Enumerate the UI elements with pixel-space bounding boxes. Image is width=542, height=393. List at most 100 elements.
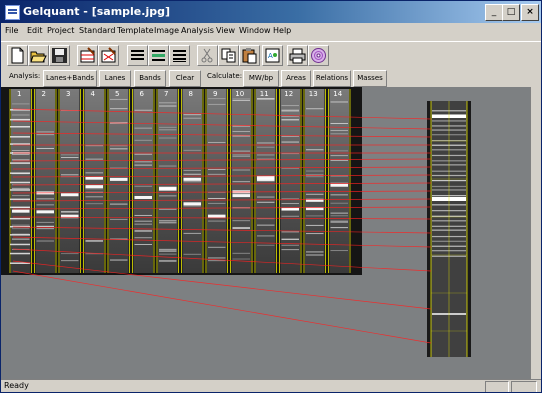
masses-button[interactable]: Masses (353, 70, 387, 87)
edit-lanes-icon (80, 47, 95, 63)
edit-lanes-button[interactable] (77, 45, 98, 66)
gel-lane (84, 89, 104, 273)
zoom-button[interactable]: A (262, 45, 283, 66)
gel-lanes-canvas[interactable]: 1 2 3 4 5 6 7 8 9 10 11 12 13 14 (1, 87, 362, 275)
gel-band (232, 252, 250, 254)
gel-band (257, 146, 275, 148)
maximize-button[interactable]: □ (502, 4, 520, 21)
gel-band (134, 185, 152, 187)
menu-image[interactable]: Image (154, 26, 179, 35)
gel-band (61, 253, 79, 255)
ladder-band (10, 181, 30, 184)
paste-button[interactable] (239, 45, 260, 66)
lanes-button[interactable]: Lanes (99, 70, 131, 87)
gel-band (232, 150, 250, 152)
ladder-band (10, 225, 30, 228)
menu-template[interactable]: Template (117, 26, 154, 35)
status-bar: Ready (1, 379, 541, 392)
gel-band (306, 224, 324, 226)
gel-band (281, 249, 299, 251)
gel-band (134, 223, 152, 225)
icon-toolbar: A (1, 41, 541, 71)
clear-button[interactable]: Clear (169, 70, 201, 87)
gel-band-strong (61, 214, 79, 218)
gel-band (257, 158, 275, 160)
menu-edit[interactable]: Edit (27, 26, 43, 35)
align-center-icon (152, 50, 165, 61)
gel-band (183, 169, 201, 171)
relations-button[interactable]: Relations (313, 70, 351, 87)
calculate-label: Calculate: (207, 72, 243, 80)
mw-bp-button[interactable]: MW/bp (243, 70, 279, 87)
gel-band (306, 215, 324, 217)
cut-button[interactable] (197, 45, 218, 66)
gel-band (232, 258, 250, 260)
gel-band (281, 119, 299, 121)
lanes-bands-button[interactable]: Lanes+Bands (43, 70, 97, 87)
areas-button[interactable]: Areas (281, 70, 311, 87)
bands-button[interactable]: Bands (134, 70, 166, 87)
gel-band (36, 134, 54, 136)
vertical-scrollbar[interactable] (530, 87, 541, 379)
menu-file[interactable]: File (5, 26, 18, 35)
align-right-button[interactable] (169, 45, 190, 66)
title-bar[interactable]: Gelquant - [sample.jpg] _ □ × (1, 1, 541, 23)
gel-band (110, 238, 128, 240)
lane-number: 10 (235, 90, 244, 98)
gel-band (85, 203, 103, 205)
reference-lane-image[interactable] (427, 101, 471, 357)
edit-bands-icon (101, 47, 116, 63)
lane-number: 13 (309, 90, 318, 98)
gel-band (85, 188, 103, 190)
lane-number: 1 (17, 90, 21, 98)
gel-band (183, 253, 201, 255)
close-button[interactable]: × (521, 4, 539, 21)
gel-band-strong (306, 207, 324, 211)
gel-band (306, 170, 324, 172)
gel-band (183, 232, 201, 234)
align-left-button[interactable] (127, 45, 148, 66)
gel-band (208, 202, 226, 204)
gel-band (36, 147, 54, 149)
gel-band (232, 228, 250, 230)
lane-number: 9 (213, 90, 217, 98)
relation-line (12, 270, 432, 344)
print-button[interactable] (287, 45, 308, 66)
gel-band (330, 182, 348, 184)
gel-band (257, 235, 275, 237)
gel-band (281, 141, 299, 143)
menu-view[interactable]: View (216, 26, 235, 35)
gel-band (330, 194, 348, 196)
save-button[interactable] (49, 45, 70, 66)
gel-band (281, 115, 299, 117)
menu-standard[interactable]: Standard (79, 26, 115, 35)
minimize-button[interactable]: _ (485, 4, 503, 21)
menu-analysis[interactable]: Analysis (181, 26, 214, 35)
gel-band (257, 224, 275, 226)
gel-band (36, 240, 54, 242)
menu-window[interactable]: Window (239, 26, 271, 35)
menu-help[interactable]: Help (273, 26, 291, 35)
menu-project[interactable]: Project (47, 26, 74, 35)
open-button[interactable] (28, 45, 49, 66)
gel-band-strong (232, 190, 250, 194)
gel-band (85, 253, 103, 255)
gel-band (134, 230, 152, 232)
gel-band (110, 218, 128, 220)
gel-band (134, 214, 152, 216)
gel-lane (158, 89, 178, 273)
edit-bands-button[interactable] (98, 45, 119, 66)
cd-button[interactable] (308, 45, 329, 66)
gel-band (36, 221, 54, 223)
copy-button[interactable] (218, 45, 239, 66)
ladder-band (10, 118, 30, 121)
gel-band-strong (257, 175, 275, 179)
gel-lane (182, 89, 202, 273)
align-center-button[interactable] (148, 45, 169, 66)
gel-band (159, 195, 177, 197)
gel-band (281, 135, 299, 137)
gel-image[interactable]: 1 2 3 4 5 6 7 8 9 10 11 12 13 14 (1, 87, 362, 275)
gel-band (12, 248, 30, 250)
status-panel (485, 381, 509, 392)
new-button[interactable] (7, 45, 28, 66)
